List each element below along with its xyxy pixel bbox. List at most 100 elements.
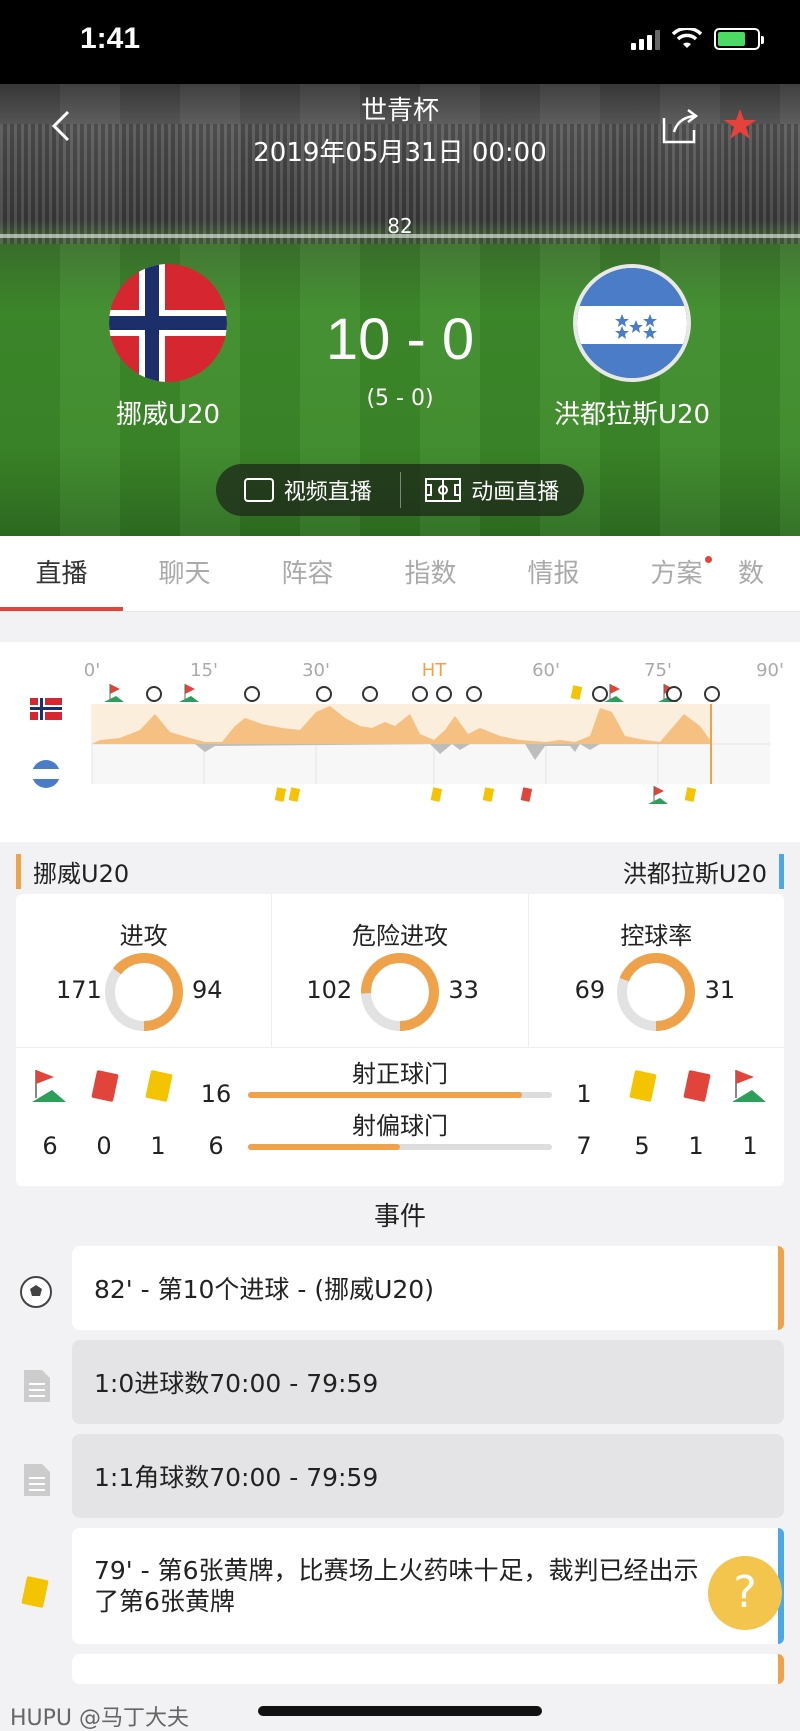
stats-card: 进攻 171 94 危险进攻 102 33 控球率 69 31 射正球门 16 … xyxy=(16,894,784,1186)
dangerous-attack-label: 危险进攻 xyxy=(351,922,448,950)
yellow-card-icon xyxy=(629,1070,657,1102)
share-icon[interactable] xyxy=(660,108,700,144)
yellow-card-icon xyxy=(430,787,443,802)
event-text: 1:1角球数70:00 - 79:59 xyxy=(94,1463,379,1492)
away-team[interactable]: 洪都拉斯U20 xyxy=(532,264,732,431)
corner-icon xyxy=(648,786,668,804)
home-corners: 6 xyxy=(42,1132,58,1160)
possession-label: 控球率 xyxy=(620,922,693,950)
yellow-card-icon xyxy=(274,787,287,802)
red-card-icon xyxy=(520,787,533,802)
tick-90: 90' xyxy=(756,660,784,681)
watermark: HUPU @马丁大夫 xyxy=(10,1706,190,1731)
attack-label: 进攻 xyxy=(119,922,168,950)
events-title: 事件 xyxy=(373,1202,426,1232)
ball-icon xyxy=(20,1276,52,1308)
possession-stat: 控球率 69 31 xyxy=(529,894,784,1047)
tab-chat[interactable]: 聊天 xyxy=(123,536,246,611)
away-yellow-cards: 5 xyxy=(634,1132,650,1160)
tab-lineup[interactable]: 阵容 xyxy=(246,536,369,611)
tick-ht: HT xyxy=(422,660,448,681)
event-item[interactable] xyxy=(72,1654,784,1684)
dangerous-attack-donut xyxy=(360,953,439,1031)
dangerous-attack-home: 102 xyxy=(306,976,353,1004)
event-item[interactable]: 1:1角球数70:00 - 79:59 xyxy=(72,1434,784,1518)
possession-home: 69 xyxy=(574,976,606,1004)
goal-icon xyxy=(244,686,260,702)
shots-on-away: 1 xyxy=(576,1080,592,1108)
shots-off-bar xyxy=(248,1144,552,1150)
corner-icon xyxy=(179,684,199,702)
goal-icon xyxy=(666,686,682,702)
attack-stat: 进攻 171 94 xyxy=(16,894,273,1047)
honduras-flag-small-icon xyxy=(32,760,60,788)
yellow-card-icon xyxy=(145,1070,173,1102)
event-item[interactable]: 79' - 第6张黄牌，比赛场上火药味十足，裁判已经出示了第6张黄牌 xyxy=(72,1528,784,1644)
document-icon xyxy=(24,1464,50,1496)
shots-on-label: 射正球门 xyxy=(352,1060,448,1088)
shots-stats: 射正球门 16 1 6 0 1 射偏球门 6 7 5 1 1 xyxy=(16,1048,784,1186)
timeline-chart: 0' 15' 30' HT 60' 75' 90' xyxy=(30,660,784,804)
event-item[interactable]: 82' - 第10个进球 - (挪威U20) xyxy=(72,1246,784,1330)
match-header: 世青杯 2019年05月31日 00:00 82 挪威U20 10 - 0 (5… xyxy=(0,84,800,536)
corner-icon xyxy=(32,1070,66,1102)
possession-donut xyxy=(617,953,696,1031)
pitch-icon xyxy=(425,478,462,502)
goal-icon xyxy=(704,686,720,702)
tab-live[interactable]: 直播 xyxy=(0,536,123,611)
shots-off-home: 6 xyxy=(208,1132,224,1160)
goal-icon xyxy=(412,686,428,702)
tab-data[interactable]: 数 xyxy=(738,536,788,611)
honduras-flag-icon xyxy=(573,264,691,382)
corner-icon xyxy=(732,1070,766,1102)
home-team-name: 挪威U20 xyxy=(115,400,221,430)
red-card-icon xyxy=(91,1070,119,1102)
away-events xyxy=(274,786,697,804)
norway-flag-icon xyxy=(109,264,227,382)
tick-60: 60' xyxy=(532,660,560,681)
home-red-cards: 0 xyxy=(96,1132,112,1160)
halftime-score: (5 - 0) xyxy=(366,386,434,411)
status-bar: 1:41 xyxy=(0,0,800,84)
live-buttons: 视频直播 动画直播 xyxy=(216,464,584,516)
video-live-label: 视频直播 xyxy=(283,480,372,505)
video-live-button[interactable]: 视频直播 xyxy=(216,464,400,516)
battery-icon xyxy=(714,28,764,50)
match-minute: 82 xyxy=(387,214,413,238)
tick-75: 75' xyxy=(644,660,672,681)
stats-home-team: 挪威U20 xyxy=(16,854,129,889)
tick-0: 0' xyxy=(84,660,100,681)
favorite-star-icon[interactable] xyxy=(722,106,758,142)
home-team[interactable]: 挪威U20 xyxy=(68,264,268,431)
event-item[interactable]: 1:0进球数70:00 - 79:59 xyxy=(72,1340,784,1424)
match-timeline[interactable]: 0' 15' 30' HT 60' 75' 90' xyxy=(0,642,800,842)
corner-icon xyxy=(104,684,124,702)
tick-30: 30' xyxy=(302,660,330,681)
document-icon xyxy=(24,1370,50,1402)
event-text: 82' - 第10个进球 - (挪威U20) xyxy=(94,1275,434,1304)
help-button[interactable]: ? xyxy=(708,1556,782,1630)
norway-flag-small-icon xyxy=(30,698,62,720)
red-card-icon xyxy=(683,1070,711,1102)
score: 10 - 0 xyxy=(325,307,475,372)
tab-plan[interactable]: 方案 xyxy=(615,536,738,611)
wifi-icon xyxy=(672,28,702,48)
dangerous-attack-stat: 危险进攻 102 33 xyxy=(272,894,529,1047)
status-icons xyxy=(631,28,764,50)
home-indicator[interactable] xyxy=(258,1706,542,1716)
event-text: 1:0进球数70:00 - 79:59 xyxy=(94,1369,379,1398)
tab-odds[interactable]: 指数 xyxy=(369,536,492,611)
tab-plan-label: 方案 xyxy=(650,559,703,589)
attack-home: 171 xyxy=(56,976,102,1004)
goal-icon xyxy=(362,686,378,702)
away-team-name: 洪都拉斯U20 xyxy=(553,400,711,430)
yellow-card-icon xyxy=(21,1576,49,1608)
away-red-cards: 1 xyxy=(688,1132,704,1160)
tick-15: 15' xyxy=(190,660,218,681)
status-time: 1:41 xyxy=(80,22,141,55)
tab-intel[interactable]: 情报 xyxy=(492,536,615,611)
animation-live-button[interactable]: 动画直播 xyxy=(401,464,585,516)
stats-team-names: 挪威U20 洪都拉斯U20 xyxy=(0,850,800,889)
shots-on-home: 16 xyxy=(200,1080,232,1108)
shots-off-away: 7 xyxy=(576,1132,592,1160)
